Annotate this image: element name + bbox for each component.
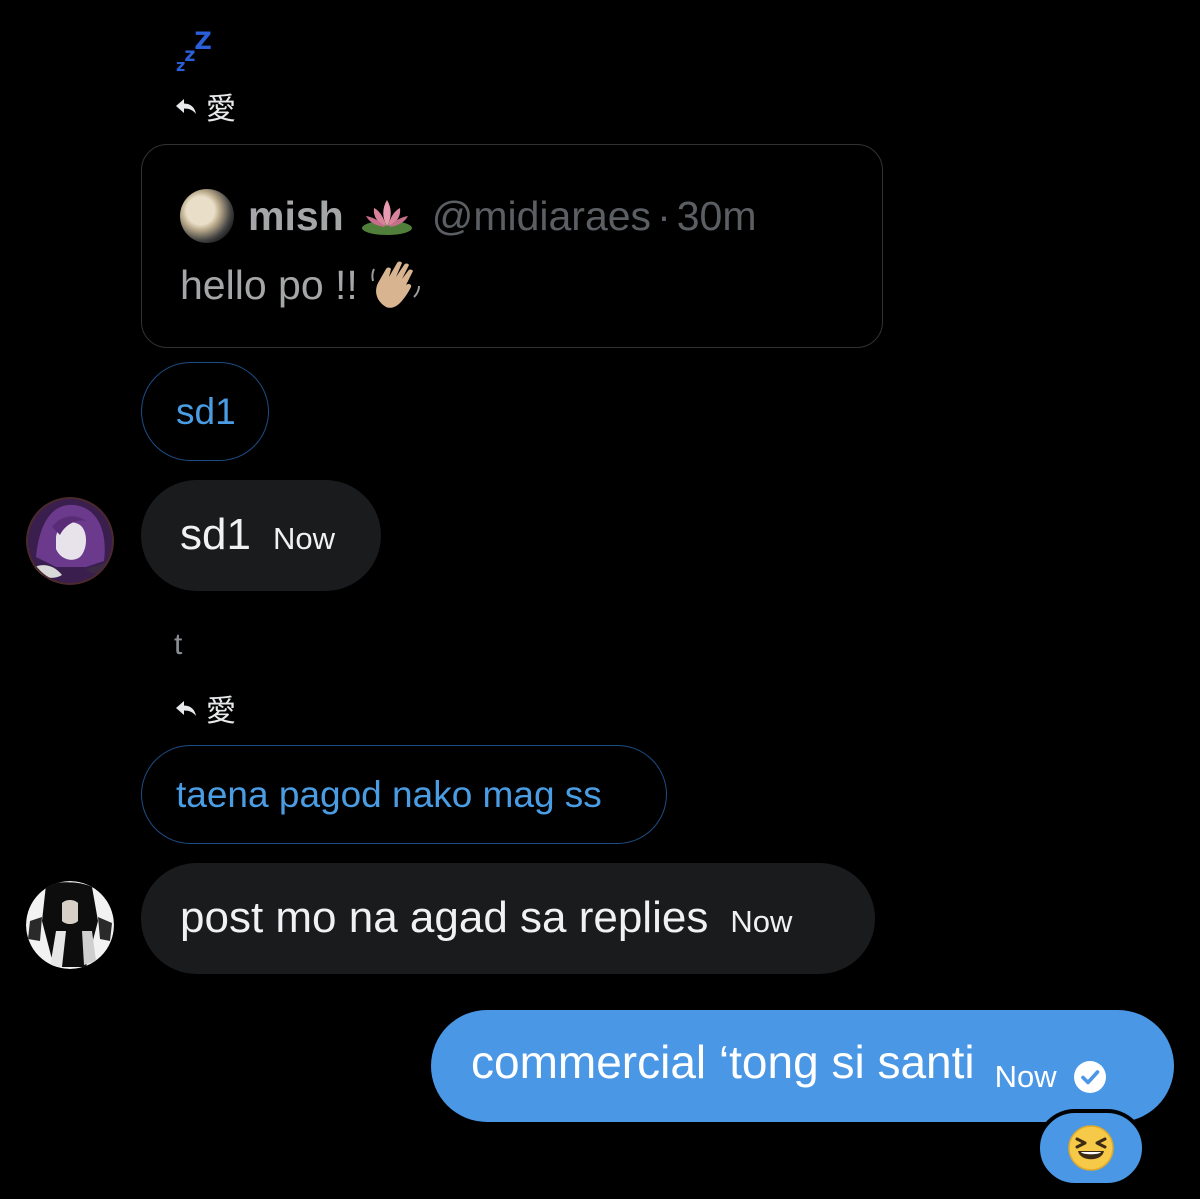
lotus-emoji-icon xyxy=(361,200,412,235)
avatar[interactable] xyxy=(26,497,114,585)
message-reaction[interactable] xyxy=(1036,1109,1146,1187)
replied-message-preview[interactable]: taena pagod nako mag ss xyxy=(141,745,667,844)
avatar[interactable] xyxy=(26,881,114,969)
replied-message-text: taena pagod nako mag ss xyxy=(176,773,602,815)
message-time: Now xyxy=(994,1059,1057,1094)
message-time: Now xyxy=(272,521,335,556)
sender-name-marker: t xyxy=(174,628,183,661)
quoted-author-avatar xyxy=(180,189,234,243)
grinning-squinting-face-emoji-icon xyxy=(1068,1125,1114,1171)
quoted-post-body: hello po !! xyxy=(180,257,424,313)
message-bubble[interactable]: sd1 Now xyxy=(141,480,381,591)
reply-target-name: 愛 xyxy=(206,92,236,127)
quoted-post-header: mish @midiaraes · 30m xyxy=(180,189,756,243)
replied-message-text: sd1 xyxy=(176,390,236,432)
reply-target-name: 愛 xyxy=(206,694,236,729)
reply-indicator: 愛 xyxy=(174,686,236,730)
handle-time-separator: · xyxy=(657,192,671,239)
replied-message-preview[interactable]: sd1 xyxy=(141,362,269,461)
user-avatar-image xyxy=(26,881,114,969)
message-text: sd1 xyxy=(180,510,251,559)
quoted-post-text: hello po !! xyxy=(180,261,358,308)
message-text: post mo na agad sa replies xyxy=(180,893,709,942)
outgoing-message-bubble[interactable]: commercial ‘tong si santi Now xyxy=(431,1010,1174,1122)
waving-hand-emoji-icon xyxy=(371,261,420,308)
message-bubble[interactable]: post mo na agad sa replies Now xyxy=(141,863,875,974)
quoted-author-handle: @midiaraes xyxy=(431,192,652,239)
reply-indicator: 愛 xyxy=(174,84,236,128)
reply-arrow-icon xyxy=(176,701,196,716)
sender-name-marker: zzZ xyxy=(176,27,212,75)
reply-arrow-icon xyxy=(176,99,196,114)
message-time: Now xyxy=(730,904,793,939)
read-check-icon xyxy=(1073,1061,1106,1093)
user-avatar-image xyxy=(26,497,114,585)
quoted-post-card[interactable]: mish @midiaraes · 30m hello po !! xyxy=(141,144,883,348)
message-text: commercial ‘tong si santi xyxy=(471,1036,975,1088)
quoted-post-time: 30m xyxy=(676,192,757,239)
quoted-author-name: mish xyxy=(248,192,344,239)
